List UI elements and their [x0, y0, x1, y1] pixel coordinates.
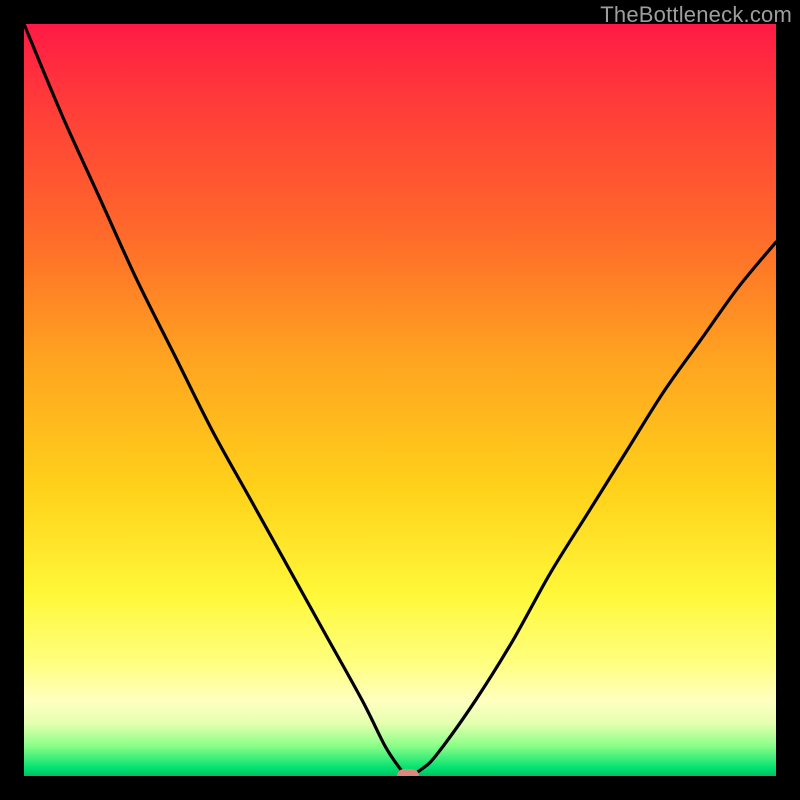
bottleneck-curve: [24, 24, 776, 776]
chart-frame: [24, 24, 776, 776]
plot-area: [24, 24, 776, 776]
optimum-marker: [397, 769, 419, 776]
